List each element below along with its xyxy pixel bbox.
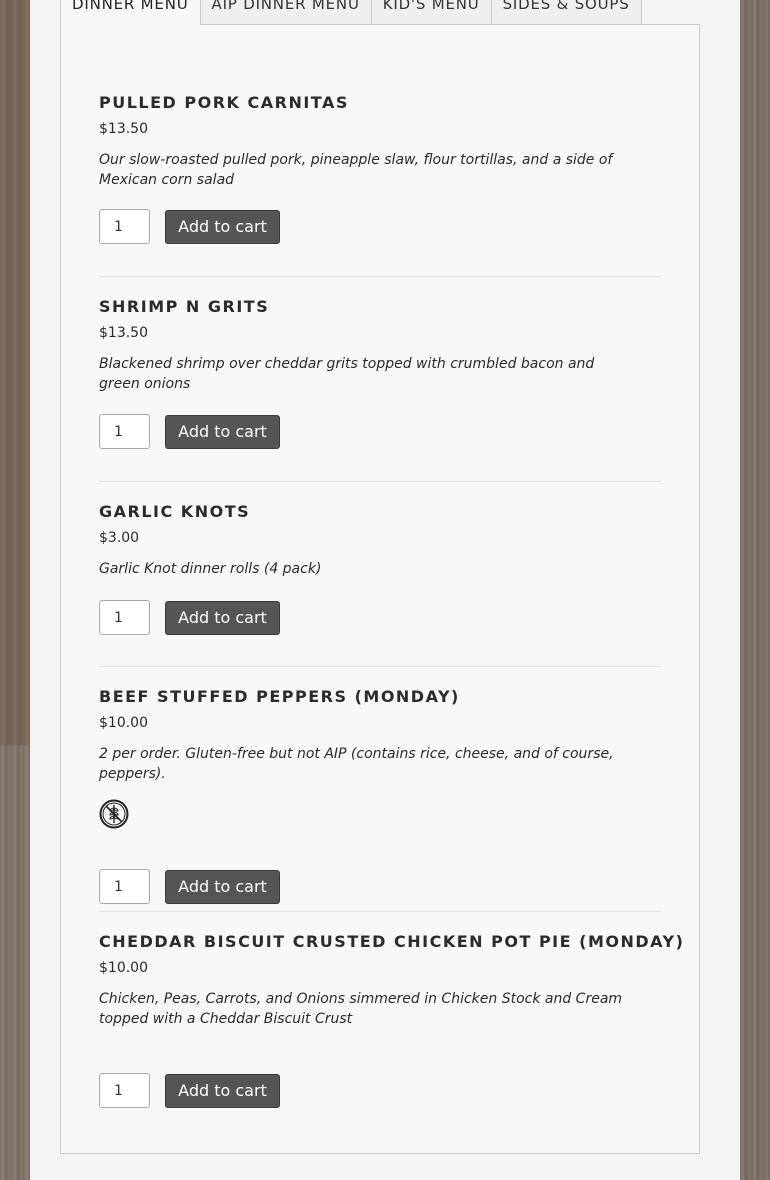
quantity-input[interactable] [99, 600, 150, 635]
tab-kids-menu[interactable]: KID'S MENU [370, 0, 492, 24]
item-divider [99, 276, 661, 277]
add-to-cart-button[interactable]: Add to cart [165, 209, 280, 244]
tab-sides-soups[interactable]: SIDES & SOUPS [490, 0, 642, 24]
gluten-free-icon [99, 799, 129, 829]
item-price: $13.50 [99, 325, 148, 341]
item-price: $13.50 [99, 121, 148, 137]
menu-tab-panel: PULLED PORK CARNITAS $13.50 Our slow-roa… [60, 24, 700, 1154]
menu-item: PULLED PORK CARNITAS $13.50 Our slow-roa… [99, 93, 661, 244]
item-description: Blackened shrimp over cheddar grits topp… [99, 356, 595, 392]
wood-background-left [0, 0, 30, 1180]
item-title: GARLIC KNOTS [99, 502, 251, 521]
item-description: 2 per order. Gluten-free but not AIP (co… [99, 746, 614, 782]
add-to-cart-form: Add to cart [99, 600, 280, 635]
add-to-cart-button[interactable]: Add to cart [165, 1073, 280, 1108]
add-to-cart-button[interactable]: Add to cart [165, 869, 280, 904]
add-to-cart-form: Add to cart [99, 869, 280, 904]
tab-dinner-menu[interactable]: DINNER MENU [60, 0, 201, 25]
quantity-input[interactable] [99, 869, 150, 904]
wood-background-right [740, 0, 770, 1180]
item-divider [99, 481, 661, 482]
item-description: Chicken, Peas, Carrots, and Onions simme… [99, 991, 623, 1027]
item-description: Our slow-roasted pulled pork, pineapple … [99, 152, 613, 188]
item-title: SHRIMP N GRITS [99, 297, 270, 316]
menu-item: CHEDDAR BISCUIT CRUSTED CHICKEN POT PIE … [99, 932, 685, 1108]
quantity-input[interactable] [99, 414, 150, 449]
item-title: BEEF STUFFED PEPPERS (MONDAY) [99, 687, 460, 706]
add-to-cart-form: Add to cart [99, 209, 280, 244]
item-price: $10.00 [99, 960, 148, 976]
tab-aip-dinner-menu[interactable]: AIP DINNER MENU [199, 0, 372, 24]
add-to-cart-button[interactable]: Add to cart [165, 414, 280, 449]
menu-tabs: DINNER MENU AIP DINNER MENU KID'S MENU S… [60, 0, 642, 25]
page-container: PULLED PORK CARNITAS $13.50 Our slow-roa… [30, 0, 740, 1180]
quantity-input[interactable] [99, 1073, 150, 1108]
item-price: $10.00 [99, 715, 148, 731]
item-divider [99, 666, 661, 667]
menu-item: SHRIMP N GRITS $13.50 Blackened shrimp o… [99, 297, 661, 449]
item-title: CHEDDAR BISCUIT CRUSTED CHICKEN POT PIE … [99, 932, 685, 951]
add-to-cart-form: Add to cart [99, 414, 280, 449]
add-to-cart-button[interactable]: Add to cart [165, 600, 280, 635]
quantity-input[interactable] [99, 209, 150, 244]
item-divider [99, 911, 661, 912]
item-description: Garlic Knot dinner rolls (4 pack) [99, 561, 322, 577]
add-to-cart-form: Add to cart [99, 1073, 280, 1108]
item-price: $3.00 [99, 530, 140, 546]
item-title: PULLED PORK CARNITAS [99, 93, 349, 112]
menu-item: BEEF STUFFED PEPPERS (MONDAY) $10.00 2 p… [99, 687, 661, 904]
menu-item: GARLIC KNOTS $3.00 Garlic Knot dinner ro… [99, 502, 661, 635]
